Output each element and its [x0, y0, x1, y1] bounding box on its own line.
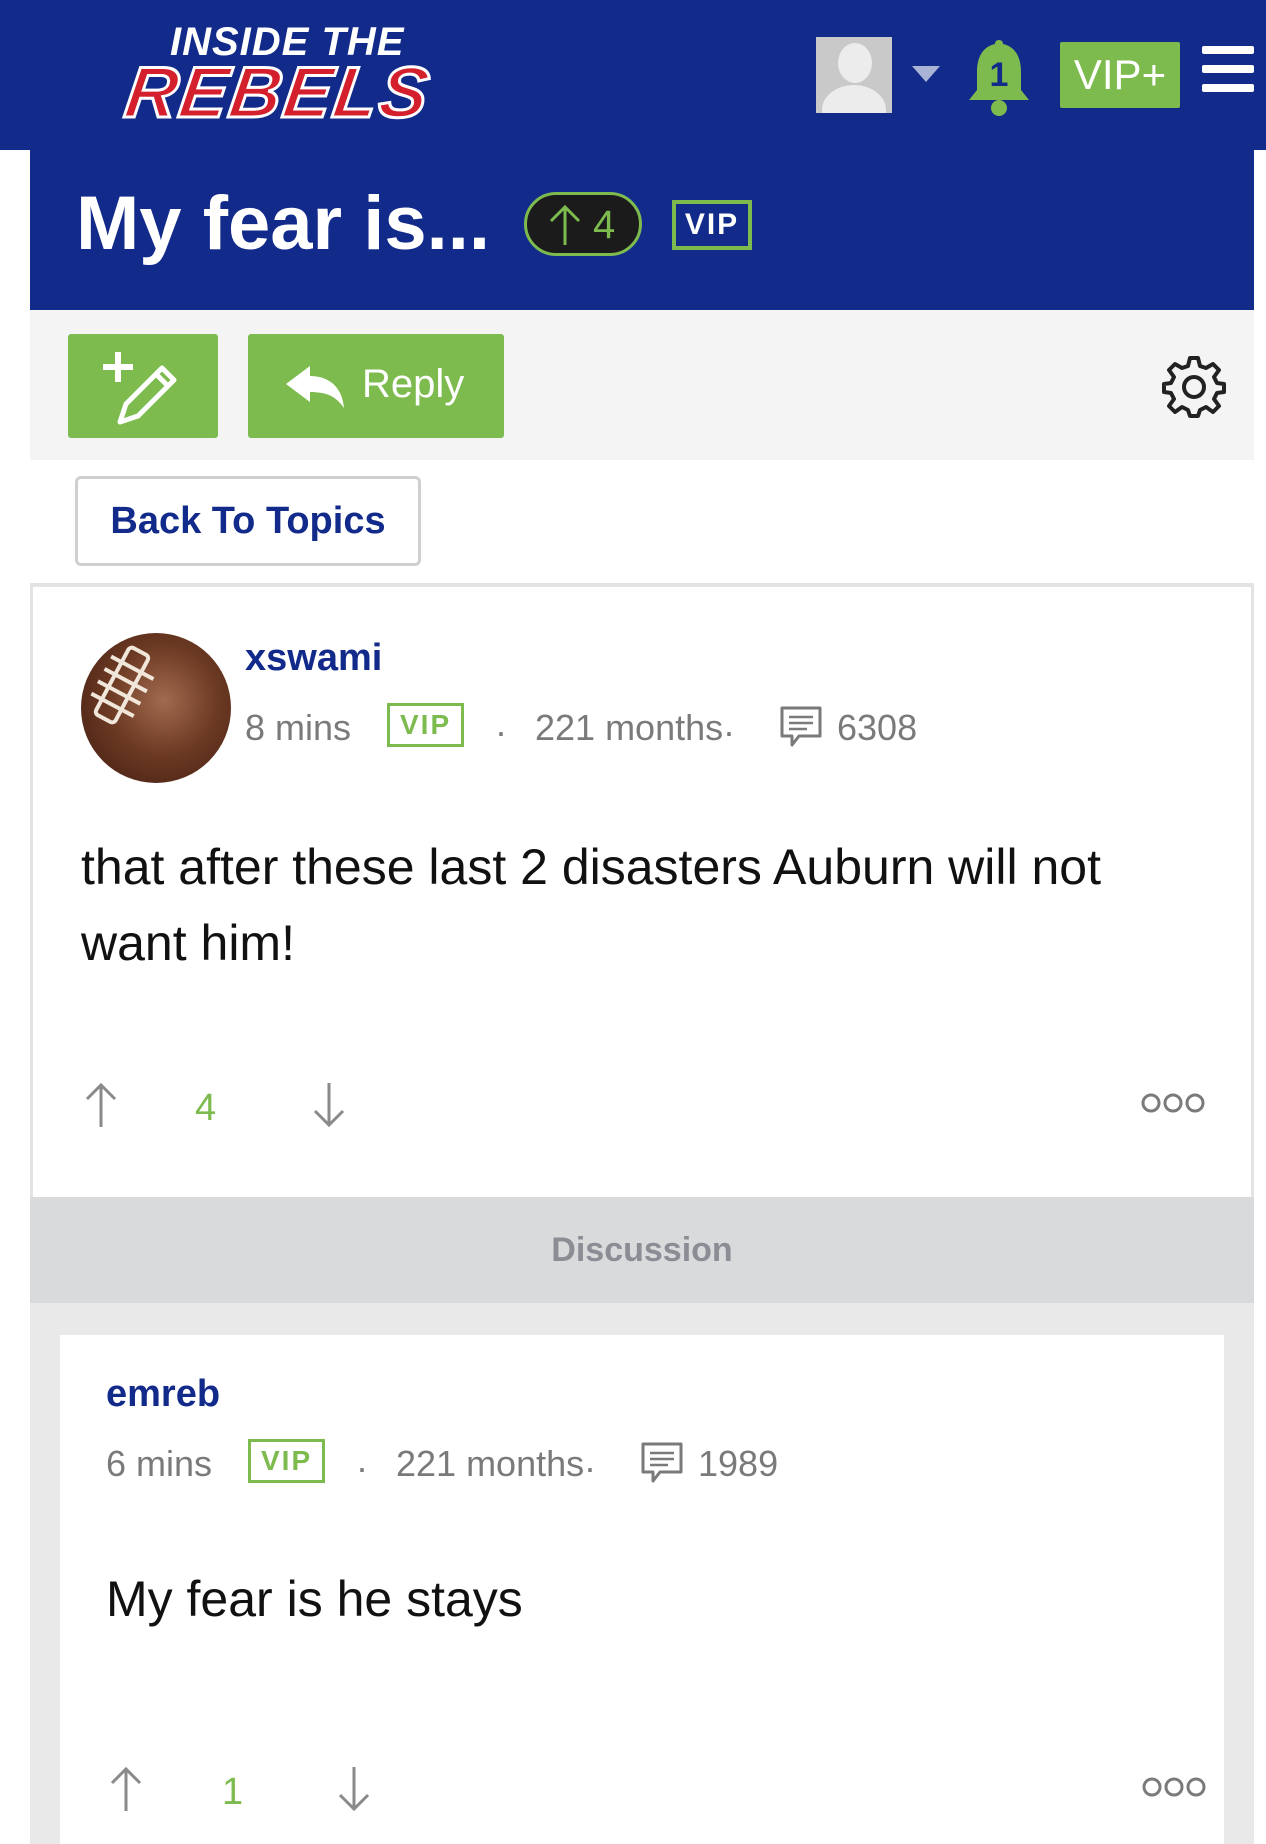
discussion-list: emreb 6 mins VIP · 221 months · 1989 My …	[30, 1303, 1254, 1844]
back-to-topics-button[interactable]: Back To Topics	[75, 476, 421, 566]
avatar[interactable]	[81, 633, 231, 783]
logo-main-text: REBELS	[119, 52, 437, 135]
reply-arrow-icon	[286, 366, 344, 408]
reply-username[interactable]: emreb	[106, 1373, 220, 1416]
hamburger-menu-icon[interactable]	[1202, 46, 1254, 92]
arrow-up-icon	[549, 204, 581, 245]
top-nav: INSIDE THE REBELS 1 VIP+	[0, 0, 1266, 150]
site-logo[interactable]: INSIDE THE REBELS	[119, 16, 462, 135]
message-icon	[641, 1442, 683, 1483]
message-icon	[780, 706, 822, 747]
reply-time[interactable]: 6 mins	[106, 1443, 212, 1485]
reply-body: My fear is he stays	[106, 1571, 523, 1627]
vip-badge: VIP	[672, 200, 752, 250]
separator-dot: ·	[584, 1447, 596, 1488]
settings-gear[interactable]	[1162, 354, 1226, 418]
member-tenure: 221 months	[535, 707, 724, 748]
separator-dot: ·	[356, 1447, 368, 1488]
vote-count: 1	[222, 1771, 244, 1813]
post-time[interactable]: 8 mins	[245, 707, 351, 749]
member-tenure: 221 months	[396, 1443, 585, 1484]
user-avatar[interactable]	[816, 37, 892, 113]
page-title: My fear is...	[76, 181, 490, 266]
vip-plus-button[interactable]: VIP+	[1060, 42, 1180, 108]
gear-icon	[1162, 356, 1226, 418]
reply-button[interactable]: Reply	[248, 334, 504, 438]
more-options-icon[interactable]	[1141, 1091, 1205, 1115]
pencil-plus-icon	[103, 352, 177, 425]
reply-post: emreb 6 mins VIP · 221 months · 1989 My …	[60, 1335, 1224, 1844]
vip-badge: VIP	[387, 703, 465, 747]
post-username[interactable]: xswami	[245, 637, 382, 680]
topic-vote-count: 4	[593, 203, 616, 247]
upvote-arrow-icon[interactable]	[83, 1081, 119, 1129]
new-topic-button[interactable]	[68, 334, 218, 438]
topic-toolbar: Reply	[30, 310, 1254, 460]
main-post: xswami 8 mins VIP · 221 months · 6308 th…	[30, 583, 1254, 1197]
post-body: that after these last 2 disasters Auburn…	[81, 839, 1101, 971]
post-count: 1989	[698, 1443, 779, 1484]
more-options-icon[interactable]	[1142, 1775, 1206, 1799]
post-count: 6308	[837, 707, 918, 748]
topic-header: My fear is... 4 VIP	[30, 150, 1254, 310]
downvote-arrow-icon[interactable]	[311, 1081, 347, 1129]
topic-vote-badge: 4	[524, 192, 642, 256]
vote-count: 4	[195, 1087, 217, 1129]
discussion-header: Discussion	[30, 1197, 1254, 1303]
downvote-arrow-icon[interactable]	[336, 1765, 372, 1813]
upvote-arrow-icon[interactable]	[108, 1765, 144, 1813]
notification-count: 1	[989, 56, 1009, 94]
separator-dot: ·	[723, 711, 735, 752]
notification-bell[interactable]: 1	[966, 36, 1032, 118]
reply-label: Reply	[362, 362, 465, 406]
chevron-down-icon[interactable]	[912, 66, 940, 82]
vip-badge: VIP	[248, 1439, 326, 1483]
separator-dot: ·	[495, 711, 507, 752]
